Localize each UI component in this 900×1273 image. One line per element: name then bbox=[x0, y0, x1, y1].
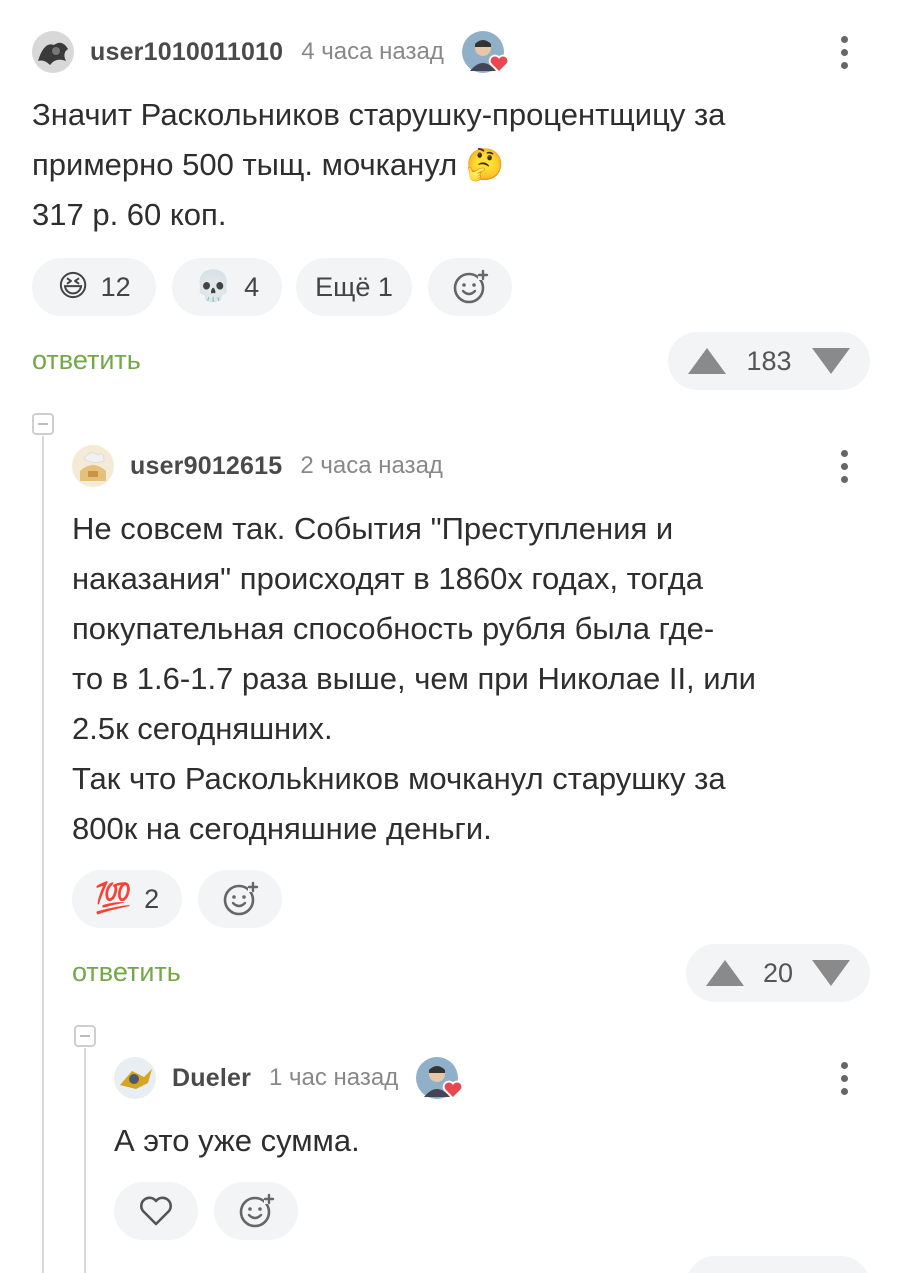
comment-header: Dueler 1 час назад bbox=[114, 1056, 464, 1100]
comment-line: А это уже сумма. bbox=[114, 1123, 360, 1158]
vertical-dots-icon bbox=[840, 1061, 848, 1069]
user-avatar[interactable] bbox=[114, 1057, 156, 1099]
heart-badge-icon bbox=[442, 1080, 464, 1100]
heart-outline-icon bbox=[140, 1196, 172, 1226]
like-button[interactable] bbox=[114, 1182, 198, 1240]
comment-text: А это уже сумма. bbox=[114, 1116, 874, 1166]
timestamp: 1 час назад bbox=[269, 1064, 399, 1091]
smiley-plus-icon bbox=[239, 1193, 275, 1228]
vote-widget bbox=[686, 1256, 870, 1273]
username[interactable]: Dueler bbox=[172, 1064, 251, 1093]
comment-3: Dueler 1 час назад А это уже сумма. bbox=[0, 0, 900, 1273]
add-reaction-button[interactable] bbox=[214, 1182, 298, 1240]
more-options-button[interactable] bbox=[834, 1056, 854, 1100]
user-badge bbox=[416, 1057, 464, 1100]
